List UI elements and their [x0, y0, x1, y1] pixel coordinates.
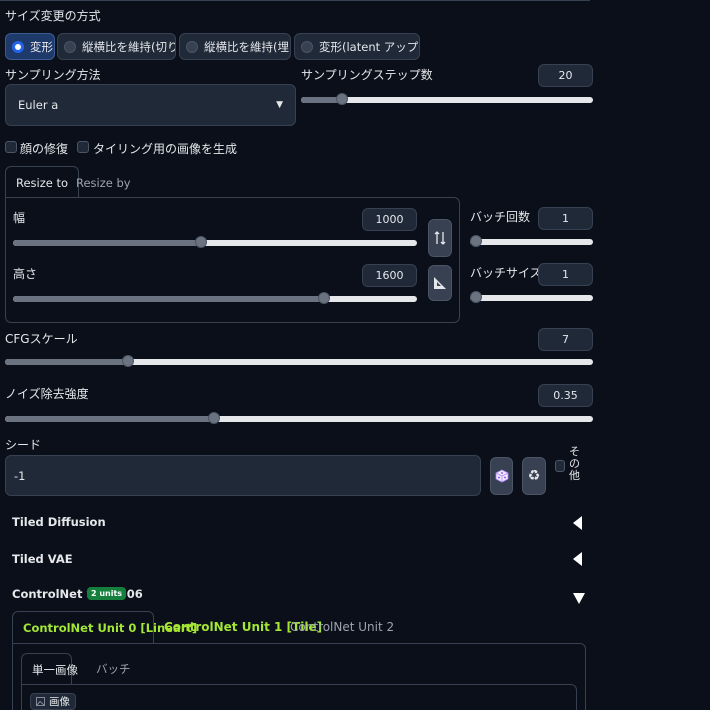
height-input[interactable]: 1600 [362, 264, 417, 287]
recycle-icon: ♻ [527, 468, 541, 484]
expand-down-icon[interactable] [573, 593, 585, 604]
slider-thumb[interactable] [318, 292, 331, 304]
tab-resize-by[interactable]: Resize by [76, 176, 131, 190]
face-restore-checkbox[interactable] [5, 141, 17, 153]
slider-track [470, 295, 593, 301]
face-restore-label: 顔の修復 [20, 142, 69, 156]
slider-thumb[interactable] [122, 355, 135, 367]
tiling-label: タイリング用の画像を生成 [93, 142, 238, 156]
tab-controlnet-unit-0[interactable]: ControlNet Unit 0 [Lineart] [12, 611, 197, 644]
dice-icon [495, 469, 508, 483]
batch-count-input[interactable]: 1 [538, 207, 593, 230]
option-label: 変形(latent アップスケール) [319, 39, 419, 54]
batch-count-label: バッチ回数 [470, 210, 531, 224]
slider-fill [5, 359, 129, 365]
resize-mode-option-stretch[interactable]: 変形 [5, 33, 55, 60]
image-upload-label: 画像 [30, 693, 76, 710]
top-divider [0, 0, 590, 1]
tiled-diffusion-accordion[interactable]: Tiled Diffusion [12, 515, 106, 529]
option-label: 縦横比を維持(埋める) [204, 39, 290, 54]
chevron-down-icon: ▼ [276, 100, 283, 110]
slider-fill [13, 296, 325, 302]
radio-selected-icon [12, 40, 24, 53]
resize-mode-option-fill[interactable]: 縦横比を維持(埋める) [179, 33, 291, 60]
slider-thumb[interactable] [194, 236, 207, 248]
tiled-vae-accordion[interactable]: Tiled VAE [12, 552, 73, 566]
width-input[interactable]: 1000 [362, 208, 417, 231]
image-label-text: 画像 [49, 696, 70, 708]
collapse-left-icon[interactable] [573, 552, 582, 566]
slider-thumb[interactable] [207, 412, 220, 424]
slider-thumb[interactable] [335, 93, 348, 105]
radio-icon [186, 40, 198, 53]
random-seed-button[interactable] [490, 457, 513, 495]
slider-thumb[interactable] [470, 235, 482, 247]
tab-batch[interactable]: バッチ [96, 661, 131, 677]
tab-resize-to[interactable]: Resize to [5, 166, 80, 198]
seed-input[interactable]: -1 [5, 455, 481, 496]
slider-track [470, 239, 593, 245]
radio-icon [64, 40, 76, 53]
tab-controlnet-unit-2[interactable]: ControlNet Unit 2 [290, 620, 394, 634]
cfg-scale-label: CFGスケール [5, 332, 78, 346]
resize-mode-option-latent[interactable]: 変形(latent アップスケール) [294, 33, 420, 60]
extra-seed-label: その他 [569, 445, 580, 482]
swap-dimensions-button[interactable] [428, 219, 452, 257]
denoise-strength-label: ノイズ除去強度 [5, 387, 89, 401]
tab-label: 単一画像 [32, 662, 78, 677]
batch-size-label: バッチサイズ [470, 266, 542, 280]
sampling-method-select[interactable]: Euler a ▼ [5, 84, 296, 126]
slider-thumb[interactable] [470, 291, 482, 303]
tiling-checkbox[interactable] [77, 141, 89, 153]
cfg-scale-slider[interactable] [5, 355, 593, 369]
option-label: 縦横比を維持(切り取り) [82, 39, 176, 54]
height-label: 高さ [13, 267, 38, 281]
radio-icon [301, 40, 313, 53]
resize-mode-option-crop[interactable]: 縦横比を維持(切り取り) [57, 33, 176, 60]
height-slider[interactable] [13, 292, 417, 306]
reuse-seed-button[interactable]: ♻ [522, 457, 546, 495]
single-image-panel [21, 684, 577, 710]
width-label: 幅 [13, 211, 26, 225]
set-square-icon [434, 277, 446, 289]
batch-count-slider[interactable] [470, 235, 593, 249]
slider-fill [5, 416, 214, 422]
sampling-steps-slider[interactable] [301, 93, 593, 107]
ratio-button[interactable] [428, 265, 452, 301]
extra-seed-checkbox[interactable] [555, 460, 565, 472]
slider-fill [13, 240, 201, 246]
image-icon [36, 697, 45, 706]
tab-single-image[interactable]: 単一画像 [21, 653, 78, 685]
sampling-steps-input[interactable]: 20 [538, 64, 593, 87]
sampling-method-label: サンプリング方法 [5, 68, 101, 82]
cfg-scale-input[interactable]: 7 [538, 328, 593, 351]
option-label: 変形 [30, 39, 53, 54]
seed-value: -1 [14, 468, 26, 483]
controlnet-units-badge: 2 units [87, 587, 127, 600]
denoise-strength-input[interactable]: 0.35 [538, 384, 593, 407]
width-slider[interactable] [13, 236, 417, 250]
batch-size-slider[interactable] [470, 291, 593, 305]
seed-label: シード [5, 438, 42, 452]
batch-size-input[interactable]: 1 [538, 263, 593, 286]
resize-mode-label: サイズ変更の方式 [5, 9, 101, 23]
sampling-steps-label: サンプリングステップ数 [301, 68, 433, 82]
sampling-method-value: Euler a [18, 98, 59, 112]
denoise-strength-slider[interactable] [5, 412, 593, 426]
collapse-left-icon[interactable] [573, 516, 582, 530]
swap-vertical-icon [434, 231, 446, 245]
